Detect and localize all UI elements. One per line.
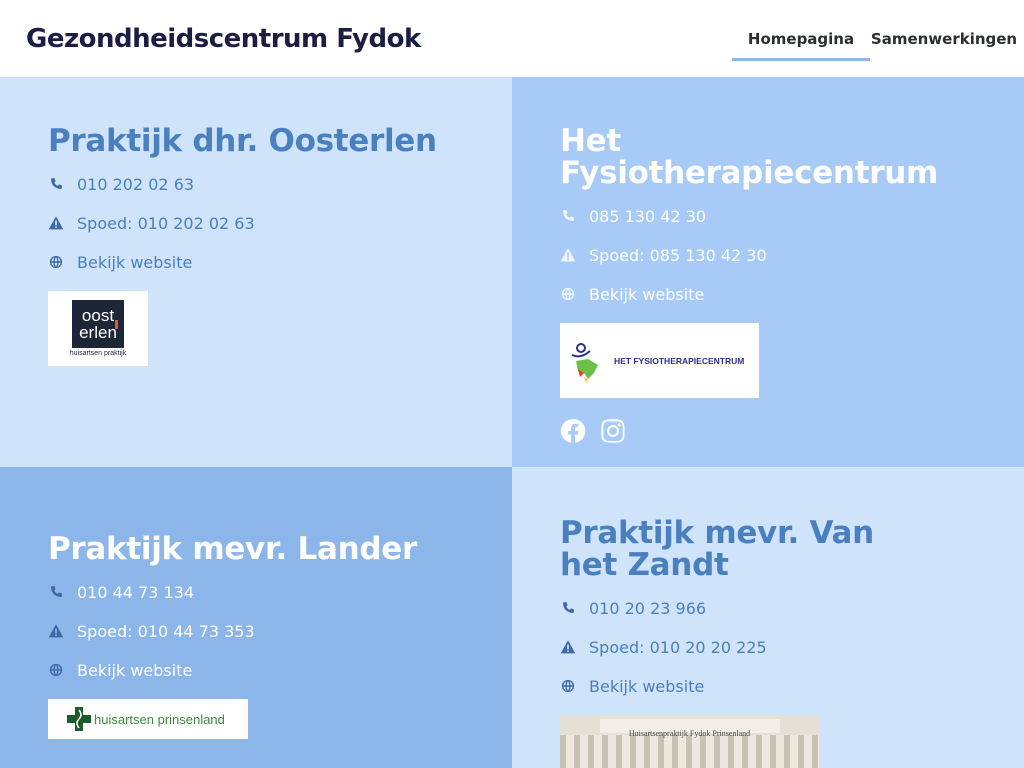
practice-name: Praktijk dhr. Oosterlen [48,123,437,159]
practice-card-oosterlen: Praktijk dhr. Oosterlen 010 202 02 63 Sp… [0,77,512,467]
oosterlen-logo[interactable]: oost erlen huisartsen praktijk [48,291,148,366]
website-link: Bekijk website [77,252,193,272]
practices-grid: Praktijk dhr. Oosterlen 010 202 02 63 Sp… [0,77,1024,768]
site-title[interactable]: Gezondheidscentrum Fydok [26,24,421,54]
logo-text: huisartsen prinsenland [94,711,225,727]
facebook-icon[interactable] [560,418,586,444]
warning-icon [560,247,576,263]
logo-text: erlen [79,323,117,342]
phone-icon [48,584,64,600]
website-link: Bekijk website [589,284,705,304]
globe-icon [560,678,576,694]
practice-card-lander: Praktijk mevr. Lander 010 44 73 134 Spoe… [0,467,512,768]
emergency-row[interactable]: Spoed: 010 20 20 225 [560,637,976,657]
emergency-number: Spoed: 010 44 73 353 [77,621,255,641]
phone-icon [560,208,576,224]
phone-row[interactable]: 010 20 23 966 [560,598,976,618]
nav-samenwerkingen[interactable]: Samenwerkingen [870,0,1024,77]
warning-icon [48,623,64,639]
practice-name: Praktijk mevr. Van het Zandt [560,515,874,583]
phone-icon [48,176,64,192]
emergency-number: Spoed: 010 202 02 63 [77,213,255,233]
emergency-row[interactable]: Spoed: 085 130 42 30 [560,245,976,265]
website-row[interactable]: Bekijk website [48,252,464,272]
medical-cross-icon [67,707,91,731]
phone-number: 010 44 73 134 [77,582,195,602]
phone-row[interactable]: 010 44 73 134 [48,582,464,602]
emergency-number: Spoed: 010 20 20 225 [589,637,767,657]
phone-number: 085 130 42 30 [589,206,707,226]
practice-card-van-het-zandt: Praktijk mevr. Van het Zandt 010 20 23 9… [512,467,1024,768]
instagram-icon[interactable] [600,418,626,444]
practice-card-fysiotherapie: Het Fysiotherapiecentrum 085 130 42 30 S… [512,77,1024,467]
website-row[interactable]: Bekijk website [560,284,976,304]
nav-homepagina[interactable]: Homepagina [732,0,870,77]
prinsenland-logo[interactable]: huisartsen prinsenland [48,699,248,739]
warning-icon [48,215,64,231]
fysio-figure-icon [571,342,598,383]
phone-row[interactable]: 010 202 02 63 [48,174,464,194]
practice-name: Praktijk mevr. Lander [48,531,417,567]
globe-icon [48,254,64,270]
website-row[interactable]: Bekijk website [560,676,976,696]
fysiotherapiecentrum-logo[interactable]: HET FYSIOTHERAPIECENTRUM [560,323,759,398]
main-nav: Homepagina Samenwerkingen [732,0,1017,77]
globe-icon [48,662,64,678]
warning-icon [560,639,576,655]
website-row[interactable]: Bekijk website [48,660,464,680]
logo-text: HET FYSIOTHERAPIECENTRUM [614,355,745,366]
image-caption: Huisartsenpraktijk Fydok Prinsenland [628,729,751,738]
emergency-row[interactable]: Spoed: 010 44 73 353 [48,621,464,641]
globe-icon [560,286,576,302]
practice-name: Het Fysiotherapiecentrum [560,123,938,191]
phone-number: 010 20 23 966 [589,598,707,618]
emergency-number: Spoed: 085 130 42 30 [589,245,767,265]
logo-text: oost [81,306,115,325]
phone-number: 010 202 02 63 [77,174,195,194]
phone-row[interactable]: 085 130 42 30 [560,206,976,226]
website-link: Bekijk website [589,676,705,696]
fydok-building-image[interactable]: Huisartsenpraktijk Fydok Prinsenland [560,715,819,768]
logo-caption: huisartsen praktijk [69,350,127,357]
phone-icon [560,600,576,616]
website-link: Bekijk website [77,660,193,680]
social-links [560,418,976,444]
emergency-row[interactable]: Spoed: 010 202 02 63 [48,213,464,233]
site-header: Gezondheidscentrum Fydok Homepagina Same… [0,0,1024,77]
